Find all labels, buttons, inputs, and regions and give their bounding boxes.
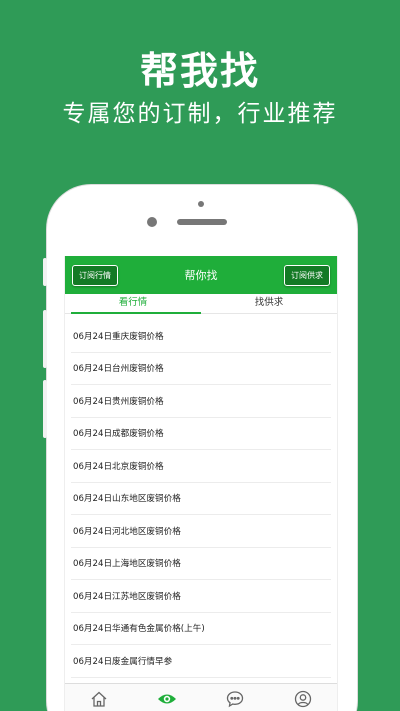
- user-icon[interactable]: [293, 690, 313, 710]
- list-item[interactable]: 06月24日华通有色金属价格(上午): [71, 613, 331, 645]
- header-title: 帮你找: [184, 269, 218, 282]
- tab-supply[interactable]: 找供求: [201, 294, 337, 313]
- eye-icon[interactable]: [157, 690, 177, 710]
- phone-mute-switch: [43, 258, 47, 286]
- promo-title: 帮我找: [139, 49, 260, 93]
- tab-bar: 看行情 找供求: [65, 294, 337, 314]
- bottom-nav: [65, 683, 337, 711]
- chat-icon[interactable]: [225, 690, 245, 710]
- subscribe-market-button[interactable]: 订阅行情: [72, 265, 118, 286]
- list-item[interactable]: 06月24日贵州废铜价格: [71, 385, 331, 418]
- list-item[interactable]: 06月24日山东地区废铜价格: [71, 483, 331, 515]
- tab-market[interactable]: 看行情: [65, 294, 201, 314]
- phone-sensor: [198, 201, 204, 207]
- list-item[interactable]: 06月24日上海地区废铜价格: [71, 548, 331, 580]
- app-screen: 订阅行情 帮你找 订阅供求 看行情 找供求 06月24日重庆废铜价格 06月24…: [64, 256, 338, 711]
- list-item[interactable]: 06月24日台州废铜价格: [71, 353, 331, 385]
- phone-volume-down: [43, 380, 47, 438]
- subscribe-supply-button[interactable]: 订阅供求: [284, 265, 330, 286]
- phone-volume-up: [43, 310, 47, 368]
- list-item[interactable]: 06月24日成都废铜价格: [71, 418, 331, 450]
- list-item[interactable]: 06月24日重庆废铜价格: [71, 320, 331, 353]
- list-item[interactable]: 06月24日废金属行情早参: [71, 645, 331, 678]
- list-item[interactable]: 06月24日北京废铜价格: [71, 450, 331, 483]
- market-list: 06月24日重庆废铜价格 06月24日台州废铜价格 06月24日贵州废铜价格 0…: [65, 320, 337, 678]
- list-item[interactable]: 06月24日江苏地区废铜价格: [71, 580, 331, 613]
- promo-subtitle: 专属您的订制，行业推荐: [62, 101, 338, 127]
- app-header: 订阅行情 帮你找 订阅供求: [65, 256, 337, 294]
- home-icon[interactable]: [89, 690, 109, 710]
- list-item[interactable]: 06月24日河北地区废铜价格: [71, 515, 331, 548]
- phone-speaker: [177, 219, 227, 225]
- phone-camera: [147, 217, 157, 227]
